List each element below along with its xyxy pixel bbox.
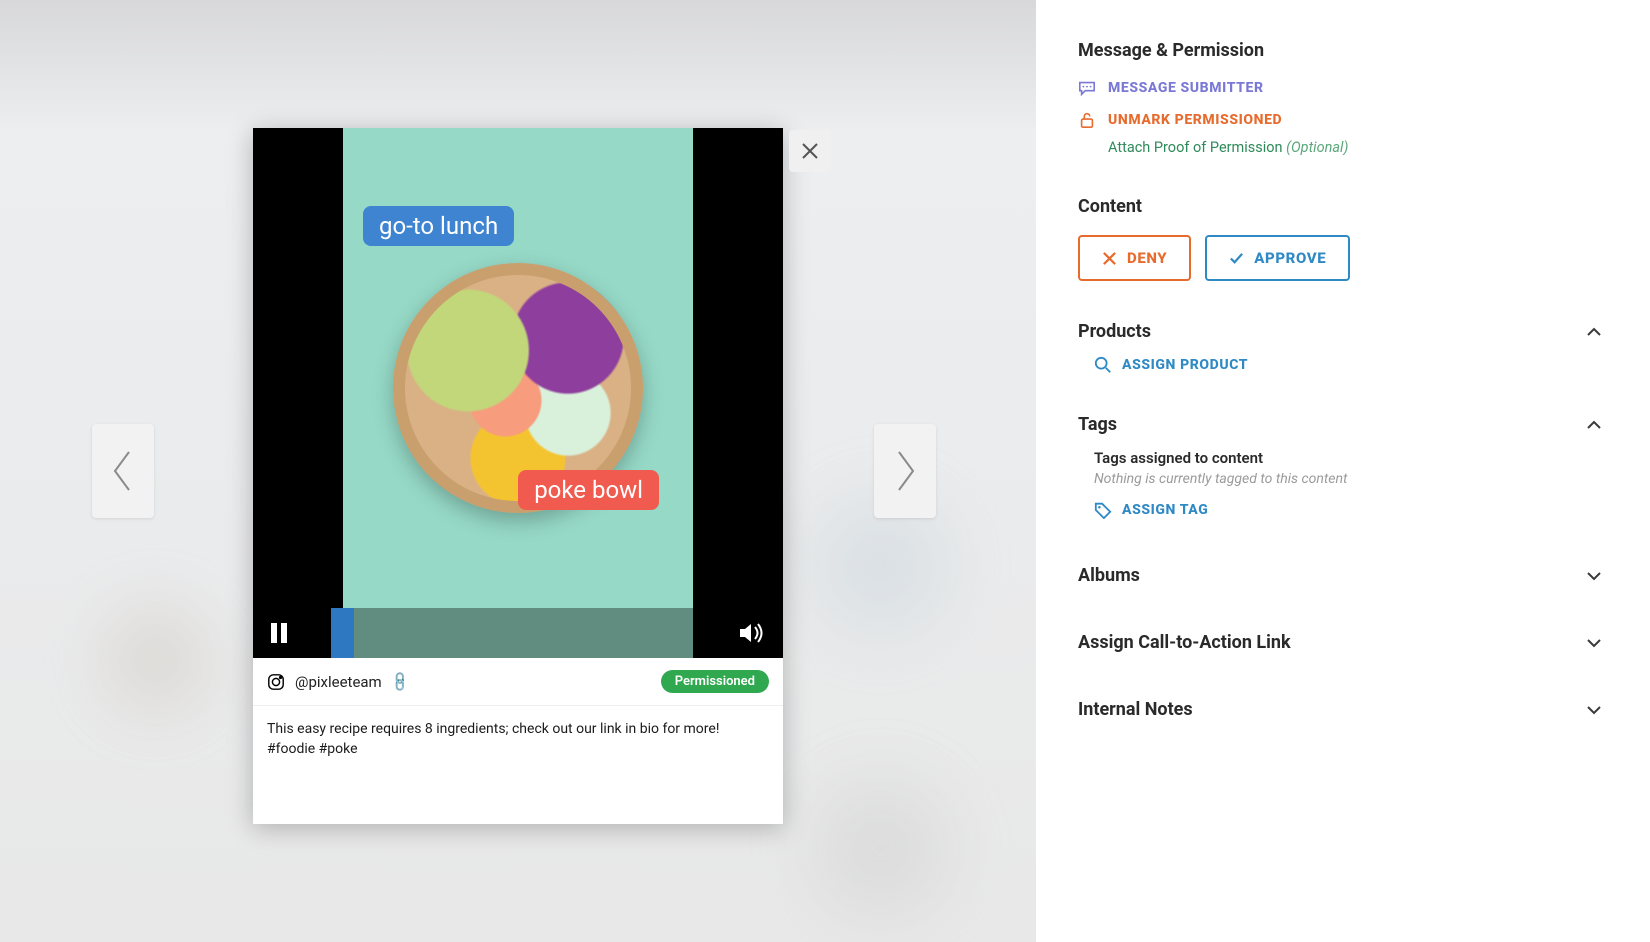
section-title-content: Content [1078,196,1602,217]
cta-title: Assign Call-to-Action Link [1078,632,1291,653]
media-card: go-to lunch poke bowl [253,128,783,824]
deny-label: DENY [1127,249,1167,267]
chevron-right-icon [893,450,917,492]
products-header[interactable]: Products [1078,321,1602,342]
permission-badge: Permissioned [661,670,769,693]
unlock-icon [1078,111,1096,129]
pause-button[interactable] [271,623,291,643]
details-sidebar: Message & Permission MESSAGE SUBMITTER U… [1036,0,1650,942]
deny-button[interactable]: DENY [1078,235,1191,281]
video-progress[interactable] [331,608,721,658]
media-caption: This easy recipe requires 8 ingredients;… [253,706,783,824]
assign-product-button[interactable]: ASSIGN PRODUCT [1094,356,1602,374]
author-handle[interactable]: @pixleeteam [295,673,382,691]
unmark-permissioned-label: UNMARK PERMISSIONED [1108,112,1282,128]
attach-proof-optional: (Optional) [1286,139,1348,156]
assign-tag-button[interactable]: ASSIGN TAG [1094,501,1602,519]
instagram-icon [267,673,285,691]
chat-icon [1078,79,1096,97]
message-submitter-label: MESSAGE SUBMITTER [1108,80,1264,96]
assign-tag-label: ASSIGN TAG [1122,502,1208,518]
tags-title: Tags [1078,414,1117,435]
media-meta-row: @pixleeteam 🔗 Permissioned [253,658,783,706]
chevron-up-icon [1586,324,1602,340]
section-title-message-permission: Message & Permission [1078,40,1602,61]
albums-title: Albums [1078,565,1140,586]
prev-media-button[interactable] [92,424,154,518]
chevron-down-icon [1586,568,1602,584]
tags-header[interactable]: Tags [1078,414,1602,435]
video-controls [253,608,783,658]
approve-label: APPROVE [1254,249,1326,267]
attach-proof-link[interactable]: Attach Proof of Permission (Optional) [1108,139,1602,156]
attach-proof-label: Attach Proof of Permission [1108,139,1283,156]
tags-assigned-label: Tags assigned to content [1094,449,1602,467]
video-player[interactable]: go-to lunch poke bowl [253,128,783,658]
internal-notes-title: Internal Notes [1078,699,1193,720]
message-submitter-button[interactable]: MESSAGE SUBMITTER [1078,79,1602,97]
video-progress-fill [331,608,354,658]
chevron-down-icon [1586,635,1602,651]
tag-icon [1094,501,1112,519]
close-icon [801,142,819,160]
search-icon [1094,356,1112,374]
internal-notes-header[interactable]: Internal Notes [1078,699,1602,720]
overlay-tag-top: go-to lunch [363,206,514,246]
tags-empty-text: Nothing is currently tagged to this cont… [1094,471,1602,487]
close-button[interactable] [789,130,831,172]
chevron-down-icon [1586,702,1602,718]
x-icon [1102,251,1117,266]
albums-header[interactable]: Albums [1078,565,1602,586]
check-icon [1229,251,1244,266]
products-title: Products [1078,321,1151,342]
media-preview-area: go-to lunch poke bowl [0,0,1036,942]
volume-icon [739,621,765,645]
approve-button[interactable]: APPROVE [1205,235,1350,281]
volume-button[interactable] [739,621,765,645]
chevron-left-icon [111,450,135,492]
next-media-button[interactable] [874,424,936,518]
assign-product-label: ASSIGN PRODUCT [1122,357,1248,373]
chevron-up-icon [1586,417,1602,433]
overlay-tag-bottom: poke bowl [518,470,659,510]
link-icon[interactable]: 🔗 [389,670,413,694]
cta-header[interactable]: Assign Call-to-Action Link [1078,632,1602,653]
unmark-permissioned-button[interactable]: UNMARK PERMISSIONED [1078,111,1602,129]
